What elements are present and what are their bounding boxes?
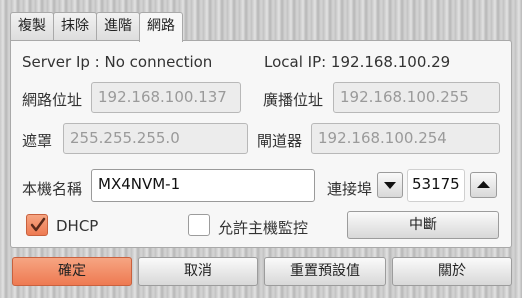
- port-label: 連接埠: [327, 180, 373, 198]
- tab-advanced[interactable]: 進階: [96, 12, 140, 41]
- tab-bar: 複製 抹除 進階 網路: [10, 12, 183, 42]
- cancel-button[interactable]: 取消: [138, 257, 258, 286]
- server-ip-status: Server Ip : No connection: [22, 53, 213, 71]
- about-button[interactable]: 關於: [392, 257, 512, 286]
- port-decrement-button[interactable]: [377, 172, 403, 198]
- arrow-up-icon: [477, 181, 490, 188]
- dhcp-label: DHCP: [56, 217, 99, 235]
- hostname-label: 本機名稱: [22, 180, 83, 198]
- broadcast-address-label: 廣播位址: [263, 91, 324, 109]
- network-settings-panel: Server Ip : No connection Local IP: 192.…: [10, 40, 512, 248]
- hostname-field[interactable]: MX4NVM-1: [91, 169, 315, 202]
- reset-defaults-button[interactable]: 重置預設值: [264, 257, 386, 286]
- gateway-label: 閘道器: [257, 132, 303, 150]
- disconnect-button[interactable]: 中斷: [347, 211, 499, 239]
- ip-address-label: 網路位址: [22, 91, 83, 109]
- allow-host-monitor-checkbox[interactable]: [188, 214, 210, 236]
- subnet-mask-field[interactable]: 255.255.255.0: [63, 123, 248, 154]
- ok-button[interactable]: 確定: [12, 257, 132, 286]
- allow-host-monitor-label: 允許主機監控: [218, 219, 309, 237]
- tab-network[interactable]: 網路: [139, 12, 183, 42]
- port-increment-button[interactable]: [470, 172, 497, 198]
- port-field[interactable]: 53175: [407, 169, 465, 202]
- check-icon: [30, 217, 46, 232]
- local-ip-status: Local IP: 192.168.100.29: [264, 53, 451, 71]
- dhcp-checkbox[interactable]: [26, 214, 48, 236]
- tab-copy[interactable]: 複製: [10, 12, 54, 41]
- tab-erase[interactable]: 抹除: [53, 12, 97, 41]
- mask-label: 遮罩: [22, 132, 53, 150]
- arrow-down-icon: [384, 182, 396, 189]
- ip-address-field[interactable]: 192.168.100.137: [91, 82, 241, 113]
- gateway-field[interactable]: 192.168.100.254: [311, 123, 500, 154]
- broadcast-address-field[interactable]: 192.168.100.255: [333, 82, 500, 113]
